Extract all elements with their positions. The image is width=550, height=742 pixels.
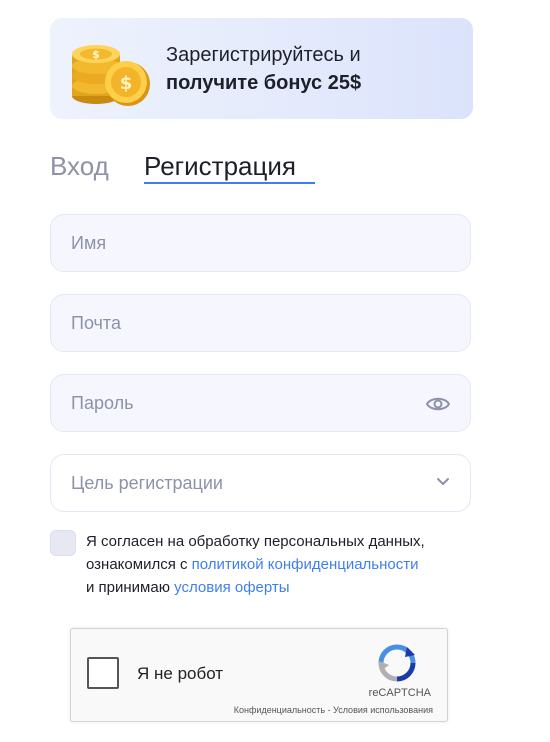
email-field-wrapper bbox=[50, 294, 471, 352]
offer-terms-link[interactable]: условия оферты bbox=[174, 579, 289, 596]
recaptcha-widget: Я не робот reCAPTCHA Конфиденциальность … bbox=[70, 628, 448, 722]
name-input[interactable] bbox=[51, 215, 470, 271]
recaptcha-brand: reCAPTCHA bbox=[368, 687, 431, 699]
chevron-down-icon bbox=[437, 478, 449, 485]
recaptcha-separator: - bbox=[325, 705, 334, 715]
recaptcha-links: Конфиденциальность - Условия использован… bbox=[234, 705, 433, 715]
consent-line-2: ознакомился с политикой конфиденциальнос… bbox=[86, 556, 419, 573]
banner-line-2: получите бонус 25$ bbox=[166, 72, 362, 94]
svg-text:$: $ bbox=[92, 48, 100, 61]
consent-checkbox[interactable] bbox=[50, 530, 76, 556]
tab-login[interactable]: Вход bbox=[50, 150, 109, 182]
privacy-policy-link[interactable]: политикой конфиденциальности bbox=[192, 556, 419, 573]
recaptcha-privacy-link[interactable]: Конфиденциальность bbox=[234, 705, 325, 715]
consent-line-1: Я согласен на обработку персональных дан… bbox=[86, 533, 425, 550]
tab-register[interactable]: Регистрация bbox=[144, 150, 296, 182]
goal-select[interactable]: Цель регистрации bbox=[50, 454, 471, 512]
password-field-wrapper bbox=[50, 374, 471, 432]
email-input[interactable] bbox=[51, 295, 470, 351]
recaptcha-checkbox[interactable] bbox=[87, 657, 119, 689]
promo-banner: $ $ Зарегистрируйтесь и получите бонус 2… bbox=[50, 18, 473, 119]
coins-icon: $ $ bbox=[72, 45, 150, 106]
password-input[interactable] bbox=[51, 375, 470, 431]
recaptcha-logo-icon bbox=[378, 644, 416, 682]
name-field-wrapper bbox=[50, 214, 471, 272]
recaptcha-terms-link[interactable]: Условия использования bbox=[333, 705, 433, 715]
consent-text: Я согласен на обработку персональных дан… bbox=[86, 530, 486, 599]
active-tab-indicator bbox=[144, 182, 315, 184]
consent-line-3: и принимаю условия оферты bbox=[86, 579, 290, 596]
goal-select-label: Цель регистрации bbox=[71, 473, 223, 493]
recaptcha-label: Я не робот bbox=[137, 664, 224, 683]
svg-text:$: $ bbox=[120, 73, 133, 94]
banner-line-1: Зарегистрируйтесь и bbox=[166, 44, 361, 66]
eye-icon[interactable] bbox=[426, 394, 450, 414]
banner-text: Зарегистрируйтесь и получите бонус 25$ bbox=[166, 41, 361, 97]
